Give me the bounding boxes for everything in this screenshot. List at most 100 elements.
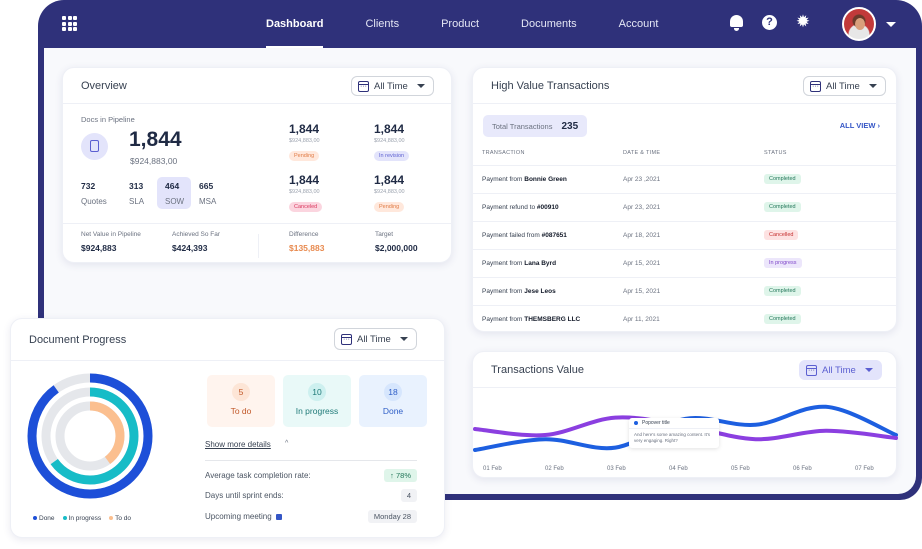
row-label: Average task completion rate: [205,471,311,480]
nav-account[interactable]: Account [619,0,659,48]
document-icon [81,133,108,160]
transaction-cell: Payment from Lana Byrd [482,260,557,267]
table-row[interactable]: Payment from Bonnie Green Apr 23 ,2021 Com… [473,165,896,193]
nav-icons: ? ✹ [728,13,811,31]
nav-clients[interactable]: Clients [365,0,399,48]
column-date: DATE & TIME [623,150,661,156]
transactions-value-filter-dropdown[interactable]: All Time [799,360,882,380]
tile-done[interactable]: 18 Done [359,375,427,427]
row-value: Monday 28 [367,510,417,523]
caret-down-icon [868,84,877,88]
document-progress-title: Document Progress [29,334,127,346]
transactions-card: High Value Transactions All Time Total T… [472,67,897,332]
legend-done: Done [33,515,55,522]
nav-links: Dashboard Clients Product Documents Acco… [266,0,700,48]
footer-value: $135,883 [289,243,325,253]
row-value: 4 [400,489,417,502]
calendar-icon [358,80,369,92]
docs-pipeline-label: Docs in Pipeline [81,115,135,124]
footer-label: Net Value in Pipeline [81,231,141,238]
nav-documents[interactable]: Documents [521,0,577,48]
calendar-icon [810,80,821,92]
tile-count: 5 [232,383,250,401]
table-row[interactable]: Payment failed from #087651 Apr 18, 2021 C… [473,221,896,249]
stat-block: 1,844 $924,883,00 Pending [374,173,444,213]
completion-rate-row: Average task completion rate: ↑ 78% [205,469,417,483]
help-icon[interactable]: ? [762,14,777,30]
overview-card: Overview All Time Docs in Pipeline 1,844… [62,67,452,263]
date-cell: Apr 23 ,2021 [623,176,661,183]
chevron-down-icon[interactable] [886,22,896,27]
category-count: 313 [129,181,144,191]
transaction-cell: Payment from Jese Leos [482,288,556,295]
tile-count: 10 [308,383,326,401]
x-tick-label: 06 Feb [793,466,812,472]
top-navigation: Dashboard Clients Product Documents Acco… [38,0,922,48]
category-label: SOW [165,197,185,206]
stat-sub: $924,883,00 [374,189,405,195]
nav-dashboard[interactable]: Dashboard [266,0,324,48]
all-view-link[interactable]: ALL VIEW › [840,121,880,130]
transactions-filter-dropdown[interactable]: All Time [803,76,886,96]
stat-sub: $924,883,00 [289,189,320,195]
gear-icon[interactable]: ✹ [795,13,811,30]
transaction-cell: Payment refund to #00910 [482,204,559,211]
date-cell: Apr 15, 2021 [623,260,661,267]
date-cell: Apr 15, 2021 [623,288,661,295]
caret-down-icon [864,368,873,372]
stat-value: 1,844 [374,122,405,136]
show-more-details-link[interactable]: Show more details [205,440,271,449]
stat-value: 1,844 [289,173,320,187]
table-row[interactable]: Payment from THEMSBERG LLC Apr 11, 2021 Co… [473,305,896,333]
avatar[interactable] [842,7,876,41]
status-badge: Pending [374,202,405,212]
overview-filter-dropdown[interactable]: All Time [351,76,434,96]
document-progress-filter-label: All Time [357,333,391,345]
tile-to-do[interactable]: 5 To do [207,375,275,427]
overview-filter-label: All Time [374,80,408,92]
docs-pipeline-count: 1,844 [129,128,182,151]
tile-in-progress[interactable]: 10 In progress [283,375,351,427]
transactions-value-filter-label: All Time [822,364,856,376]
row-label: Days until sprint ends: [205,491,284,500]
popover-body: And here's some amazing content. It's ve… [634,432,711,443]
popover-dot-icon [634,421,638,425]
table-row[interactable]: Payment from Jese Leos Apr 15, 2021 Comple… [473,277,896,305]
category-msa[interactable]: 665 MSA [191,177,239,209]
category-sow[interactable]: 464 SOW [157,177,191,209]
doc-categories: 732 Quotes 313 SLA 464 SOW 665 MSA [73,177,239,209]
table-row[interactable]: Payment refund to #00910 Apr 23, 2021 Comp… [473,193,896,221]
upcoming-meeting-row: Upcoming meeting Monday 28 [205,510,417,524]
tile-label: Done [382,406,404,416]
achieved-value: Achieved So Far $424,393 [172,231,220,253]
overview-title: Overview [81,80,127,92]
caret-down-icon [399,337,408,341]
chevron-up-icon[interactable]: ^ [285,440,288,447]
category-label: Quotes [81,197,107,206]
stat-block: 1,844 $924,883,00 Pending [289,122,359,162]
net-value: Net Value in Pipeline $924,883 [81,231,141,253]
row-value: ↑ 78% [384,469,417,482]
bell-icon[interactable] [728,14,744,31]
x-tick-label: 04 Feb [669,466,688,472]
tile-label: In progress [295,406,339,416]
divider [258,234,259,258]
footer-value: $924,883 [81,243,117,253]
category-quotes[interactable]: 732 Quotes [73,177,121,209]
external-link-icon[interactable] [275,513,282,520]
target-value: Target $2,000,000 [375,231,418,253]
nav-product[interactable]: Product [441,0,479,48]
difference-value: Difference $135,883 [289,231,324,253]
chart-legend: Done In progress To do [33,515,131,522]
x-tick-label: 03 Feb [607,466,626,472]
category-sla[interactable]: 313 SLA [121,177,157,209]
docs-pipeline-value: $924,883,00 [130,156,178,166]
stat-sub: $924,883,00 [289,138,320,144]
legend-in-progress: In progress [62,515,101,522]
row-label: Upcoming meeting [205,512,282,521]
popover-title: Popover title [642,420,670,426]
apps-grid-icon[interactable] [62,16,77,31]
stat-sub: $924,883,00 [374,138,405,144]
table-row[interactable]: Payment from Lana Byrd Apr 15, 2021 In pro… [473,249,896,277]
document-progress-filter-dropdown[interactable]: All Time [334,328,417,350]
